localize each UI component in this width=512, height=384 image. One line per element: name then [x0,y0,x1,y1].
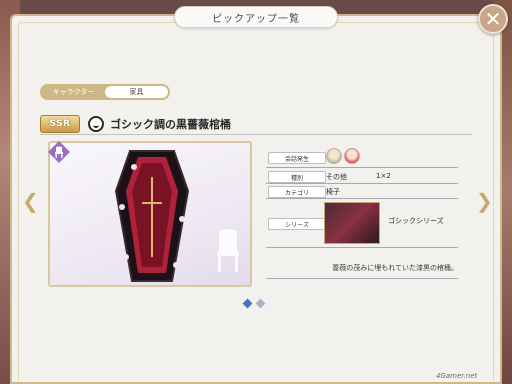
window-title: ピックアップ一覧 [174,6,338,28]
rarity-badge: SSR [40,115,80,133]
coffin-image [114,150,190,282]
info-row-conversation: 会話発生 [266,148,458,168]
character-avatar[interactable] [344,148,360,164]
page-dot[interactable] [242,298,253,309]
tab-character[interactable]: キャラクター [42,86,105,98]
title-divider [40,134,472,135]
description-divider [266,278,458,279]
info-row-kind: 種別 その他 1×2 [266,170,458,184]
page-indicator [242,298,266,309]
tab-furniture[interactable]: 家具 [105,86,168,98]
series-thumbnail[interactable] [324,202,380,244]
item-title-row: SSR ゴシック調の黒薔薇棺桶 [40,112,472,135]
info-row-series: シリーズ ゴシックシリーズ [266,202,458,248]
close-icon: ✕ [484,7,502,31]
info-divider [266,183,458,184]
category-tabs: キャラクター 家具 [40,84,170,100]
info-label: シリーズ [268,218,326,230]
character-avatar[interactable] [326,148,342,164]
chair-icon [54,146,64,158]
close-button[interactable]: ✕ [478,4,508,34]
info-label: カテゴリ [268,186,326,198]
info-divider [266,167,458,168]
page-dot[interactable] [255,298,266,309]
item-description: 薔薇の茂みに埋もれていた漆黒の棺桶。 [332,264,458,272]
kind-value: その他 [326,173,347,181]
next-arrow-icon[interactable]: ❯ [476,190,493,212]
chair-silhouette [217,229,239,272]
info-divider [266,247,458,248]
size-value: 1×2 [376,172,391,180]
series-name: ゴシックシリーズ [388,217,444,225]
info-divider [266,198,458,199]
info-label: 種別 [268,171,326,183]
category-value: 椅子 [326,188,340,196]
info-label: 会話発生 [268,152,326,164]
info-row-category: カテゴリ 椅子 [266,185,458,199]
item-name: ゴシック調の黒薔薇棺桶 [110,118,231,131]
prev-arrow-icon[interactable]: ❮ [22,190,39,212]
watermark: 4Gamer.net [436,372,478,380]
face-icon [88,116,104,132]
item-preview [48,141,252,287]
